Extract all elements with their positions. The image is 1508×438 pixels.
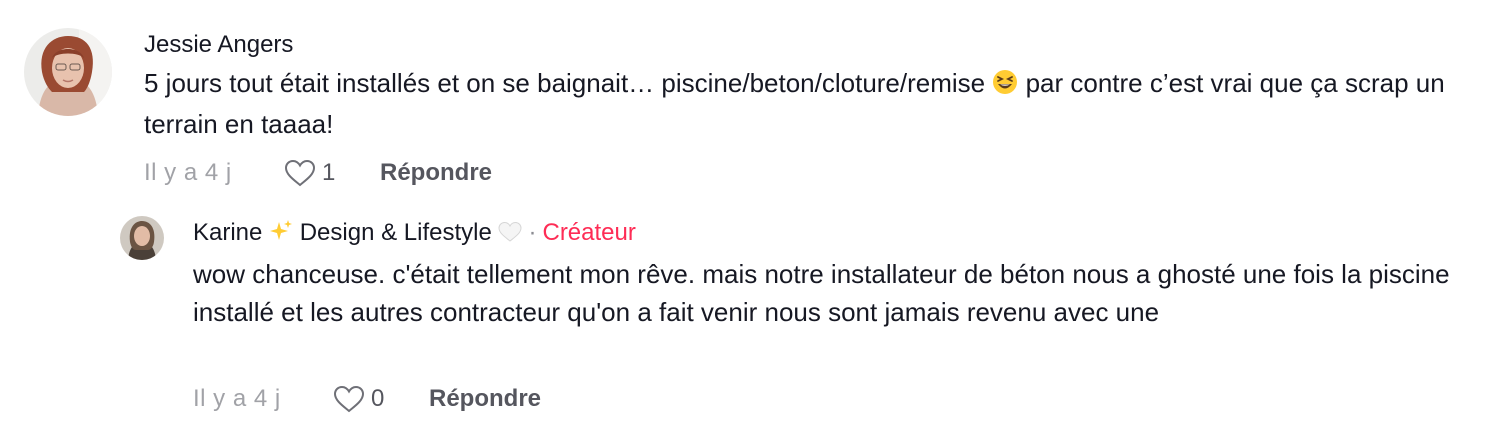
avatar[interactable]: [24, 28, 112, 116]
comment-author[interactable]: Karine Design & Lifestyle · Créateur: [193, 216, 1473, 253]
comment-text-part: 5 jours tout était installés et on se ba…: [144, 68, 993, 98]
comment-text: wow chanceuse. c'était tellement mon rêv…: [193, 259, 1450, 327]
comment-body: Karine Design & Lifestyle · Créateur wow …: [193, 216, 1473, 331]
comment-time: Il y a 4 j: [144, 159, 232, 186]
creator-badge: Créateur: [542, 219, 636, 246]
comment-meta: Il y a 4 j 0 Répondre: [193, 382, 541, 416]
separator: ·: [528, 219, 537, 246]
like-button[interactable]: 1: [284, 159, 380, 187]
comment-body: Jessie Angers 5 jours tout était install…: [144, 28, 1494, 143]
like-count: 0: [371, 385, 385, 412]
author-name-part: Karine: [193, 219, 270, 246]
like-count: 1: [322, 159, 336, 186]
comment-author[interactable]: Jessie Angers: [144, 28, 1494, 62]
heart-icon: [333, 385, 365, 413]
avatar[interactable]: [120, 216, 164, 260]
reply-button[interactable]: Répondre: [429, 385, 541, 413]
heart-icon: [284, 159, 316, 187]
author-name-part: Design & Lifestyle: [293, 219, 499, 246]
comment-time: Il y a 4 j: [193, 385, 281, 412]
like-button[interactable]: 0: [333, 385, 429, 413]
reply-button[interactable]: Répondre: [380, 159, 492, 187]
grinning-squinting-face-icon: [992, 67, 1018, 105]
white-heart-icon: [498, 219, 522, 253]
comment-meta: Il y a 4 j 1 Répondre: [144, 156, 492, 190]
comment-text: 5 jours tout était installés et on se ba…: [144, 64, 1484, 143]
sparkles-icon: [269, 219, 293, 253]
